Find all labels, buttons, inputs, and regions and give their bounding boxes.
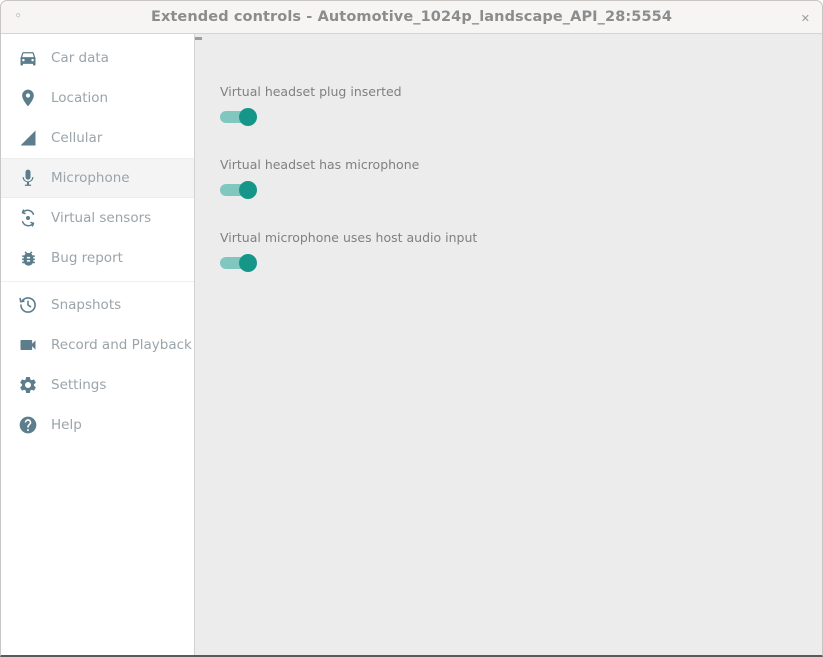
help-circle-icon	[17, 414, 39, 436]
window-body: Car data Location	[0, 34, 823, 657]
sidebar: Car data Location	[1, 34, 195, 655]
sidebar-item-record-and-playback[interactable]: Record and Playback	[1, 325, 194, 365]
gear-icon	[17, 374, 39, 396]
sidebar-item-car-data[interactable]: Car data	[1, 38, 194, 78]
microphone-settings-panel: Virtual headset plug inserted Virtual he…	[195, 34, 822, 655]
toggle-virtual-headset-has-microphone[interactable]	[220, 181, 257, 199]
toggle-thumb	[239, 181, 257, 199]
toggle-virtual-microphone-uses-host-audio-input[interactable]	[220, 254, 257, 272]
sidebar-item-label: Record and Playback	[51, 337, 192, 353]
setting-label: Virtual headset plug inserted	[220, 84, 822, 99]
extended-controls-window: ⸰ Extended controls - Automotive_1024p_l…	[0, 0, 823, 657]
sidebar-item-label: Microphone	[51, 170, 130, 186]
sidebar-item-snapshots[interactable]: Snapshots	[1, 285, 194, 325]
sidebar-item-label: Car data	[51, 50, 109, 66]
sidebar-group-secondary: Snapshots Record and Playback	[1, 281, 194, 445]
window-title: Extended controls - Automotive_1024p_lan…	[151, 9, 672, 25]
bug-icon	[17, 247, 39, 269]
sidebar-item-settings[interactable]: Settings	[1, 365, 194, 405]
toggle-thumb	[239, 108, 257, 126]
sidebar-item-label: Virtual sensors	[51, 210, 151, 226]
sidebar-item-help[interactable]: Help	[1, 405, 194, 445]
microphone-icon	[17, 167, 39, 189]
sidebar-item-label: Settings	[51, 377, 106, 393]
sidebar-item-label: Help	[51, 417, 82, 433]
sidebar-item-bug-report[interactable]: Bug report	[1, 238, 194, 278]
sidebar-group-primary: Car data Location	[1, 38, 194, 278]
setting-label: Virtual microphone uses host audio input	[220, 230, 822, 245]
setting-virtual-headset-plug-inserted: Virtual headset plug inserted	[220, 84, 822, 126]
sidebar-item-label: Bug report	[51, 250, 123, 266]
toggle-virtual-headset-plug-inserted[interactable]	[220, 108, 257, 126]
window-titlebar: ⸰ Extended controls - Automotive_1024p_l…	[0, 0, 823, 34]
toggle-thumb	[239, 254, 257, 272]
setting-virtual-microphone-uses-host-audio-input: Virtual microphone uses host audio input	[220, 230, 822, 272]
sidebar-item-label: Cellular	[51, 130, 102, 146]
video-camera-icon	[17, 334, 39, 356]
setting-label: Virtual headset has microphone	[220, 157, 822, 172]
close-icon[interactable]: ✕	[801, 1, 810, 35]
car-icon	[17, 47, 39, 69]
sidebar-item-microphone[interactable]: Microphone	[1, 158, 194, 198]
location-pin-icon	[17, 87, 39, 109]
scroll-indicator[interactable]	[195, 37, 202, 40]
sidebar-item-cellular[interactable]: Cellular	[1, 118, 194, 158]
snapshot-history-icon	[17, 294, 39, 316]
sidebar-item-virtual-sensors[interactable]: Virtual sensors	[1, 198, 194, 238]
sidebar-item-label: Snapshots	[51, 297, 121, 313]
virtual-sensors-icon	[17, 207, 39, 229]
sidebar-item-label: Location	[51, 90, 108, 106]
window-menu-glyph[interactable]: ⸰	[15, 10, 21, 21]
cellular-signal-icon	[17, 127, 39, 149]
setting-virtual-headset-has-microphone: Virtual headset has microphone	[220, 157, 822, 199]
sidebar-item-location[interactable]: Location	[1, 78, 194, 118]
